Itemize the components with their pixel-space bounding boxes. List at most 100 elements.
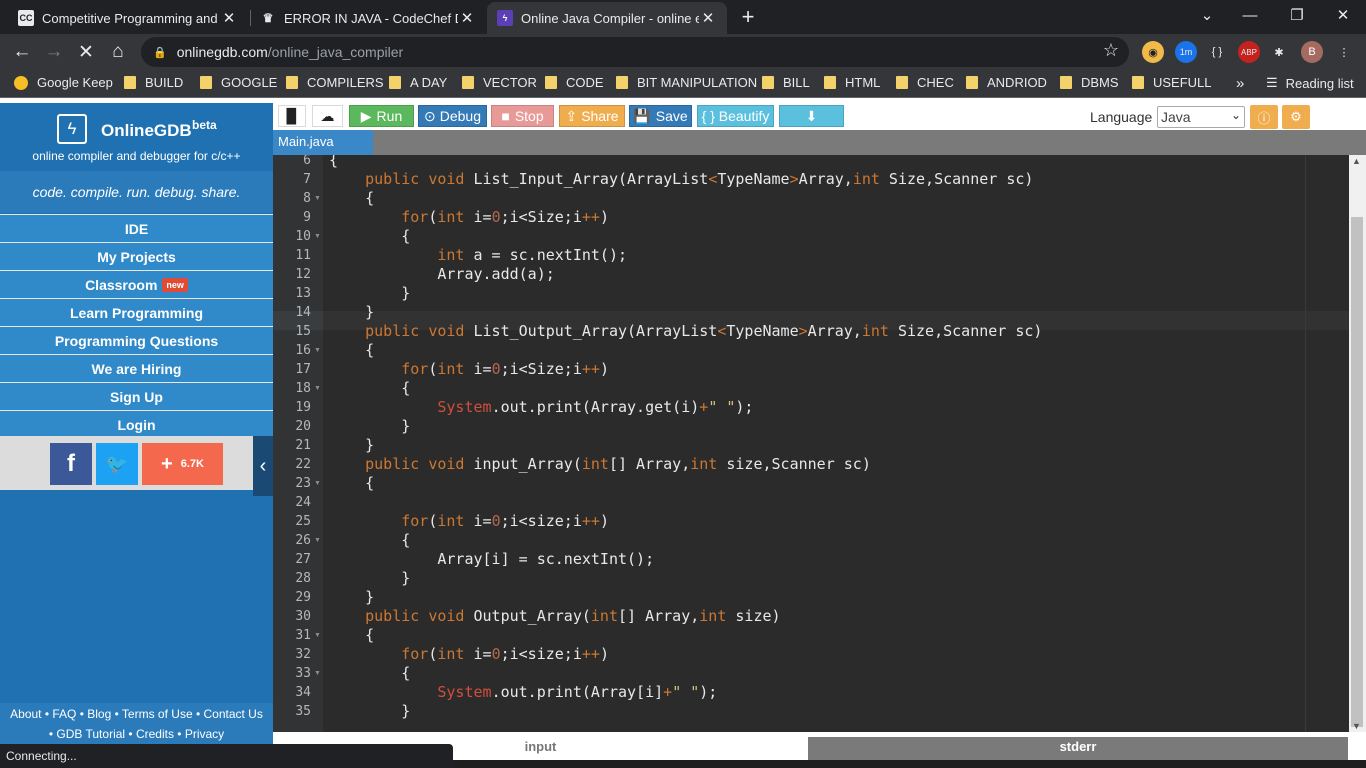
menu-item-sign-up[interactable]: Sign Up [0,382,273,410]
browser-tab-active[interactable]: ϟ Online Java Compiler - online ed ✕ [487,2,727,34]
code-line[interactable]: { [329,189,374,208]
back-icon[interactable]: ← [8,38,36,66]
code-line[interactable]: { [329,626,374,645]
tab-stderr[interactable]: stderr [808,737,1348,760]
code-line[interactable]: for(int i=0;i<Size;i++) [329,360,609,379]
facebook-icon[interactable]: f [50,443,92,485]
close-window-icon[interactable]: ✕ [1328,2,1358,30]
code-line[interactable]: Array[i] = sc.nextInt(); [329,550,654,569]
bookmark-folder[interactable]: A DAY [389,75,447,90]
menu-item-learn-programming[interactable]: Learn Programming [0,298,273,326]
extension-owl-icon[interactable]: ◉ [1142,41,1164,63]
footer-links[interactable]: About • FAQ • Blog • Terms of Use • Cont… [0,703,273,745]
beautify-button[interactable]: { } Beautify [697,105,774,127]
run-button[interactable]: ▶ Run [349,105,414,127]
fold-icon[interactable]: ▼ [314,474,321,493]
code-line[interactable]: for(int i=0;i<size;i++) [329,512,609,531]
menu-item-classroom[interactable]: Classroom new [0,270,273,298]
code-line[interactable]: for(int i=0;i<size;i++) [329,645,609,664]
browser-tab[interactable]: CC Competitive Programming and C ✕ [8,2,248,34]
bookmark-folder[interactable]: USEFULL [1132,75,1212,90]
fold-icon[interactable]: ▼ [314,227,321,246]
code-line[interactable]: int a = sc.nextInt(); [329,246,627,265]
code-line[interactable]: public void input_Array(int[] Array,int … [329,455,871,474]
editor-scrollbar[interactable]: ▲ ▼ [1349,155,1366,732]
upload-icon[interactable]: ☁ [312,105,343,127]
address-bar[interactable]: 🔒 onlinegdb.com/online_java_compiler ☆ [141,37,1129,67]
menu-item-programming-questions[interactable]: Programming Questions [0,326,273,354]
bookmark-folder[interactable]: COMPILERS [286,75,384,90]
code-line[interactable]: } [329,588,374,607]
download-icon[interactable]: ⬇ [779,105,844,127]
more-bookmarks-icon[interactable]: » [1236,75,1244,92]
info-icon[interactable]: ⓘ [1250,105,1278,129]
menu-item-login[interactable]: Login [0,410,273,438]
gear-icon[interactable]: ⚙ [1282,105,1310,129]
code-line[interactable]: { [329,227,410,246]
extensions-puzzle-icon[interactable]: ✱ [1268,41,1290,63]
share-button[interactable]: ⇪ Share [559,105,625,127]
code-line[interactable]: } [329,284,410,303]
twitter-icon[interactable]: 🐦 [96,443,138,485]
bookmark-folder[interactable]: BIT MANIPULATION [616,75,757,90]
new-tab-icon[interactable]: + [738,4,758,30]
extension-timer-icon[interactable]: 1m [1175,41,1197,63]
menu-dots-icon[interactable]: ⋮ [1333,41,1355,63]
minimize-icon[interactable]: — [1235,2,1265,30]
stop-loading-icon[interactable]: ✕ [72,38,100,66]
code-line[interactable]: { [329,531,410,550]
code-line[interactable]: for(int i=0;i<Size;i++) [329,208,609,227]
code-line[interactable]: public void Output_Array(int[] Array,int… [329,607,780,626]
home-icon[interactable]: ⌂ [104,38,132,66]
scroll-down-icon[interactable]: ▼ [1352,721,1361,731]
collapse-sidebar-icon[interactable]: ‹ [253,436,273,496]
bookmark-folder[interactable]: CHEC [896,75,954,90]
code-line[interactable]: System.out.print(Array.get(i)+" "); [329,398,753,417]
brand-header[interactable]: ϟ OnlineGDB beta online compiler and deb… [0,103,273,171]
code-line[interactable]: } [329,702,410,721]
fold-icon[interactable]: ▼ [314,379,321,398]
new-file-icon[interactable]: ▉ [278,105,306,127]
code-line[interactable]: { [329,379,410,398]
bookmark-folder[interactable]: VECTOR [462,75,537,90]
code-line[interactable]: public void List_Input_Array(ArrayList<T… [329,170,1033,189]
restore-icon[interactable]: ❐ [1282,2,1312,30]
menu-item-ide[interactable]: IDE [0,214,273,242]
code-line[interactable]: } [329,569,410,588]
extension-braces-icon[interactable]: { } [1206,41,1228,63]
bookmark-folder[interactable]: BILL [762,75,810,90]
bookmark-folder[interactable]: HTML [824,75,880,90]
reading-list[interactable]: ☰ Reading list [1266,75,1354,91]
bookmark-item[interactable]: Google Keep [14,75,113,90]
menu-item-my-projects[interactable]: My Projects [0,242,273,270]
fold-icon[interactable]: ▼ [314,626,321,645]
bookmark-star-icon[interactable]: ☆ [1103,40,1119,61]
bookmark-folder[interactable]: ANDRIOD [966,75,1047,90]
code-line[interactable]: { [329,664,410,683]
language-select[interactable]: Java ⌄ [1157,106,1245,128]
scroll-up-icon[interactable]: ▲ [1352,156,1361,166]
code-line[interactable]: } [329,436,374,455]
footer-line[interactable]: • GDB Tutorial • Credits • Privacy [0,724,273,744]
close-icon[interactable]: ✕ [458,9,476,27]
code-line[interactable]: { [329,474,374,493]
debug-button[interactable]: ⊙ Debug [418,105,487,127]
bookmark-folder[interactable]: CODE [545,75,604,90]
code-line[interactable]: System.out.print(Array[i]+" "); [329,683,717,702]
profile-avatar[interactable]: B [1301,41,1323,63]
code-line[interactable]: Array.add(a); [329,265,554,284]
code-line[interactable]: { [329,155,338,170]
forward-icon[interactable]: → [40,38,68,66]
bookmark-folder[interactable]: DBMS [1060,75,1119,90]
save-button[interactable]: 💾 Save [629,105,692,127]
scrollbar-thumb[interactable] [1351,217,1363,727]
code-line[interactable]: } [329,303,374,322]
adblock-icon[interactable]: ABP [1238,41,1260,63]
footer-line[interactable]: About • FAQ • Blog • Terms of Use • Cont… [0,704,273,724]
browser-tab[interactable]: ♛ ERROR IN JAVA - CodeChef Discu ✕ [250,2,486,34]
close-icon[interactable]: ✕ [220,9,238,27]
fold-icon[interactable]: ▼ [314,531,321,550]
fold-icon[interactable]: ▼ [314,341,321,360]
stop-button[interactable]: ■ Stop [491,105,554,127]
close-icon[interactable]: ✕ [699,9,717,27]
